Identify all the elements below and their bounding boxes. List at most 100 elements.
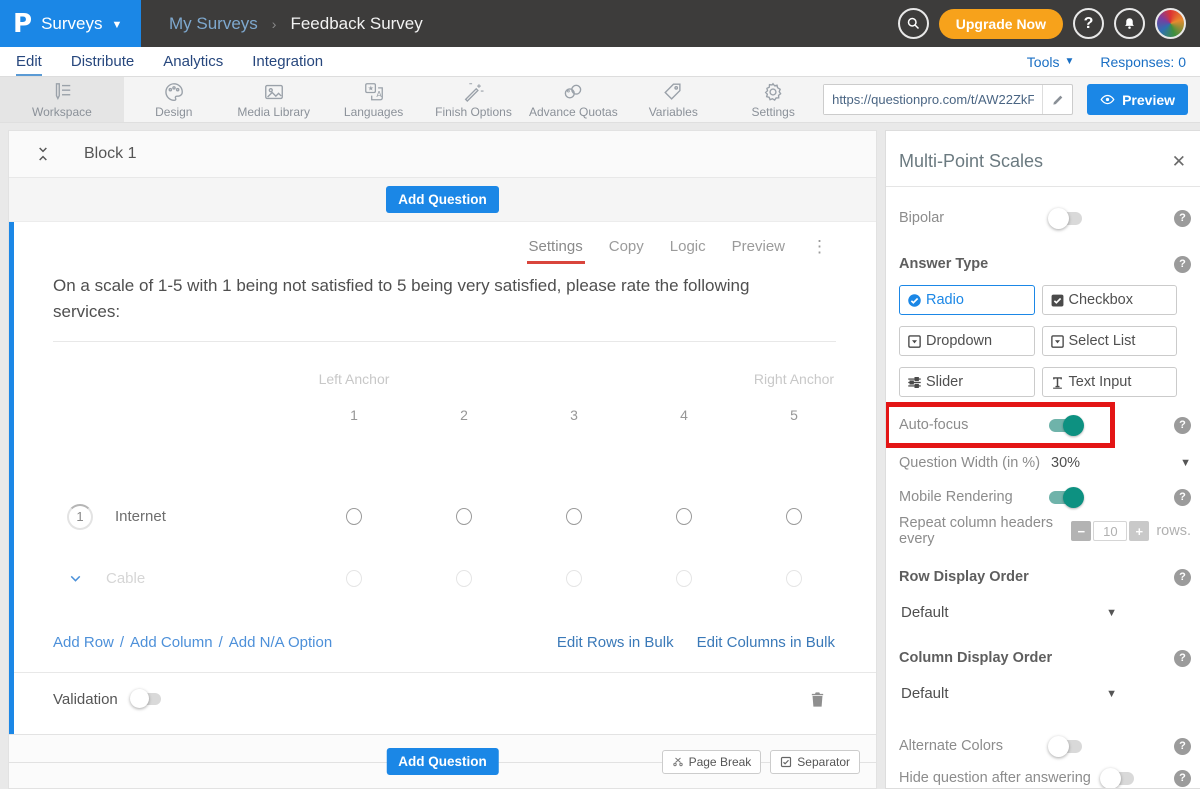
upgrade-now-button[interactable]: Upgrade Now [939, 9, 1063, 39]
survey-nav-bar: Edit Distribute Analytics Integration To… [0, 47, 1200, 77]
mobile-rendering-help-icon[interactable]: ? [1174, 489, 1191, 506]
bipolar-help-icon[interactable]: ? [1174, 210, 1191, 227]
question-tab-logic[interactable]: Logic [670, 238, 706, 264]
scale-column-2[interactable]: 2 [409, 407, 519, 423]
validation-toggle[interactable] [131, 693, 161, 705]
edit-columns-in-bulk-link[interactable]: Edit Columns in Bulk [697, 634, 835, 651]
hide-after-answering-toggle[interactable] [1101, 772, 1134, 785]
answer-type-checkbox[interactable]: Checkbox [1042, 285, 1178, 315]
stepper-minus-button[interactable]: − [1071, 521, 1091, 541]
toolbar-design[interactable]: Design [124, 77, 224, 122]
kebab-menu-icon[interactable]: ⋮ [811, 237, 828, 264]
tab-edit[interactable]: Edit [16, 47, 42, 76]
tab-analytics[interactable]: Analytics [163, 47, 223, 76]
toolbar-media-library[interactable]: Media Library [224, 77, 324, 122]
add-column-link[interactable]: Add Column [130, 634, 213, 651]
radio-button[interactable] [566, 508, 582, 525]
question-tab-settings[interactable]: Settings [529, 238, 583, 264]
question-text[interactable]: On a scale of 1-5 with 1 being not satis… [53, 273, 820, 326]
answer-type-radio[interactable]: Radio [899, 285, 1035, 315]
question-tab-copy[interactable]: Copy [609, 238, 644, 264]
right-anchor-label[interactable]: Right Anchor [739, 371, 849, 387]
help-button[interactable]: ? [1073, 8, 1104, 39]
toolbar-advance-quotas[interactable]: Advance Quotas [523, 77, 623, 122]
question-width-value[interactable]: 30% [1051, 455, 1080, 471]
collapse-block-icon[interactable] [35, 145, 51, 163]
editor-toolbar: Workspace Design Media Library ★A Langua… [0, 77, 1200, 123]
toolbar-workspace[interactable]: Workspace [0, 77, 124, 122]
chevron-down-icon[interactable] [67, 570, 84, 587]
breadcrumb-chevron-icon: › [272, 16, 277, 32]
radio-button[interactable] [786, 508, 802, 525]
row-label-cable[interactable]: Cable [106, 570, 145, 587]
answer-type-dropdown[interactable]: Dropdown [899, 326, 1035, 356]
toolbar-settings[interactable]: Settings [723, 77, 823, 122]
auto-focus-help-icon[interactable]: ? [1174, 417, 1191, 434]
left-anchor-label[interactable]: Left Anchor [299, 371, 409, 387]
preview-button[interactable]: Preview [1087, 84, 1188, 115]
edit-rows-in-bulk-link[interactable]: Edit Rows in Bulk [557, 634, 674, 651]
radio-button[interactable] [786, 570, 802, 587]
scale-column-4[interactable]: 4 [629, 407, 739, 423]
radio-button[interactable] [456, 570, 472, 587]
chevron-down-icon: ▼ [111, 19, 122, 31]
hide-after-answering-help-icon[interactable]: ? [1174, 770, 1191, 787]
search-button[interactable] [898, 8, 929, 39]
matrix-row-cable: Cable [22, 548, 876, 610]
separator-button[interactable]: Separator [770, 750, 860, 774]
alternate-colors-help-icon[interactable]: ? [1174, 738, 1191, 755]
delete-question-button[interactable] [809, 690, 826, 709]
chevron-down-icon[interactable]: ▼ [1180, 457, 1191, 469]
bipolar-toggle[interactable] [1049, 212, 1082, 225]
radio-button[interactable] [456, 508, 472, 525]
radio-button[interactable] [346, 508, 362, 525]
scale-number-row: 1 2 3 4 5 [22, 396, 876, 434]
answer-type-select-list[interactable]: Select List [1042, 326, 1178, 356]
add-na-option-link[interactable]: Add N/A Option [229, 634, 332, 651]
toolbar-finish-options[interactable]: Finish Options [424, 77, 524, 122]
scale-column-5[interactable]: 5 [739, 407, 849, 423]
toolbar-languages[interactable]: ★A Languages [324, 77, 424, 122]
block-title[interactable]: Block 1 [84, 145, 136, 163]
answer-type-text-input[interactable]: Text Input [1042, 367, 1178, 397]
main-content: Block 1 Add Question Settings Copy Logic… [0, 123, 1200, 789]
stepper-plus-button[interactable]: + [1129, 521, 1149, 541]
column-display-order-select[interactable]: Default ▼ [901, 685, 1117, 702]
add-question-button-top[interactable]: Add Question [386, 186, 499, 213]
toolbar-variables[interactable]: Variables [623, 77, 723, 122]
radio-button[interactable] [566, 570, 582, 587]
page-break-button[interactable]: Page Break [662, 750, 762, 774]
row-drag-handle[interactable]: 1 [67, 504, 93, 530]
radio-button[interactable] [346, 570, 362, 587]
tools-menu[interactable]: Tools ▼ [1027, 54, 1075, 70]
stepper-value[interactable]: 10 [1093, 521, 1127, 541]
edit-url-button[interactable] [1042, 85, 1072, 114]
mobile-rendering-toggle[interactable] [1049, 491, 1082, 504]
notifications-button[interactable] [1114, 8, 1145, 39]
tab-integration[interactable]: Integration [252, 47, 323, 76]
radio-button[interactable] [676, 570, 692, 587]
auto-focus-row: Auto-focus ? [886, 404, 1200, 446]
product-switcher[interactable]: P Surveys ▼ [0, 0, 141, 47]
column-display-order-help-icon[interactable]: ? [1174, 650, 1191, 667]
close-panel-icon[interactable]: ✕ [1172, 152, 1186, 172]
row-display-order-help-icon[interactable]: ? [1174, 569, 1191, 586]
answer-type-grid: Radio Checkbox Dropdown Select List Slid… [899, 285, 1177, 397]
answer-type-slider[interactable]: Slider [899, 367, 1035, 397]
add-row-link[interactable]: Add Row [53, 634, 114, 651]
question-tab-preview[interactable]: Preview [732, 238, 785, 264]
breadcrumb-my-surveys[interactable]: My Surveys [169, 14, 258, 34]
scale-column-3[interactable]: 3 [519, 407, 629, 423]
survey-url-input[interactable] [824, 85, 1042, 114]
add-question-button-bottom[interactable]: Add Question [386, 748, 499, 775]
tab-distribute[interactable]: Distribute [71, 47, 134, 76]
auto-focus-toggle[interactable] [1049, 419, 1082, 432]
user-avatar[interactable] [1155, 8, 1186, 39]
row-display-order-select[interactable]: Default ▼ [901, 604, 1117, 621]
answer-type-help-icon[interactable]: ? [1174, 256, 1191, 273]
alternate-colors-toggle[interactable] [1049, 740, 1082, 753]
row-label-internet[interactable]: Internet [115, 508, 166, 525]
row-display-order-label: Row Display Order [899, 569, 1049, 585]
scale-column-1[interactable]: 1 [299, 407, 409, 423]
radio-button[interactable] [676, 508, 692, 525]
